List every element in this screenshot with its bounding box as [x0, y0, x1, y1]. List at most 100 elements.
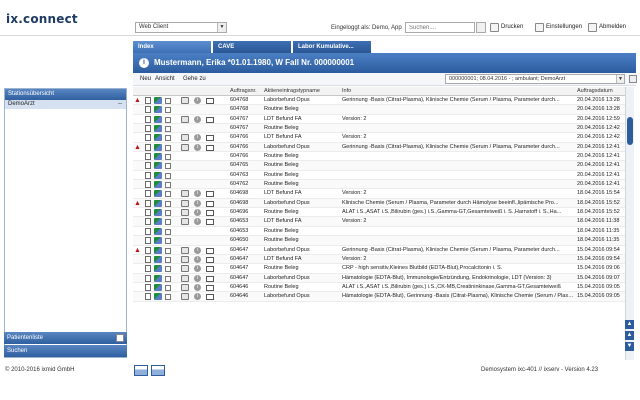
table-row[interactable]: i 604767 LDT Befund FA Version: 2 20.04.2016… — [133, 115, 625, 125]
tab-index[interactable]: Index — [133, 41, 211, 53]
info-icon[interactable]: i — [194, 274, 201, 282]
document-icon[interactable] — [145, 237, 151, 245]
table-row[interactable]: i 604646 Routine Beleg ALAT i.S.,ASAT i.S.,… — [133, 283, 625, 293]
mail-icon[interactable] — [206, 284, 214, 291]
edit-icon[interactable] — [154, 162, 162, 170]
row-checkbox[interactable] — [165, 154, 171, 161]
row-checkbox[interactable] — [165, 163, 171, 170]
mail-icon[interactable] — [206, 247, 214, 254]
document-icon[interactable] — [145, 283, 151, 291]
scroll-down-icon[interactable]: ▼ — [625, 342, 634, 351]
row-checkbox[interactable] — [165, 98, 171, 104]
row-checkbox[interactable] — [165, 266, 171, 273]
row-checkbox[interactable] — [165, 107, 171, 114]
edit-icon[interactable] — [154, 171, 162, 179]
document-icon[interactable] — [145, 199, 151, 207]
printer-icon[interactable] — [181, 190, 189, 198]
edit-icon[interactable] — [154, 106, 162, 114]
row-checkbox[interactable] — [165, 228, 171, 235]
client-select[interactable]: Web Client ▼ — [135, 22, 227, 33]
mail-icon[interactable] — [206, 135, 214, 142]
table-row[interactable]: i 604766 LDT Befund FA Version: 2 20.04.2016… — [133, 133, 625, 143]
table-row[interactable]: i 604696 Routine Beleg ALAT i.S.,ASAT i.S.,… — [133, 208, 625, 218]
printer-icon[interactable] — [181, 199, 189, 207]
row-checkbox[interactable] — [165, 247, 171, 254]
info-icon[interactable]: i — [194, 255, 201, 263]
edit-icon[interactable] — [154, 143, 162, 151]
row-checkbox[interactable] — [165, 294, 171, 301]
row-checkbox[interactable] — [165, 238, 171, 245]
mail-icon[interactable] — [206, 98, 214, 104]
row-checkbox[interactable] — [165, 210, 171, 217]
row-checkbox[interactable] — [165, 256, 171, 263]
document-icon[interactable] — [145, 209, 151, 217]
printer-icon[interactable] — [181, 209, 189, 217]
table-row[interactable]: ▲ i 604768 Laborbefund Opus Gerinnung -Basis… — [133, 96, 625, 106]
table-row[interactable]: ▲ i 604698 Laborbefund Opus Klinische Chemie… — [133, 198, 625, 209]
edit-icon[interactable] — [154, 265, 162, 273]
edit-icon[interactable] — [154, 97, 162, 104]
edit-icon[interactable] — [154, 237, 162, 245]
info-icon[interactable]: i — [194, 199, 201, 207]
mail-icon[interactable] — [206, 200, 214, 207]
tab-cave[interactable]: CAVE — [213, 41, 291, 53]
document-icon[interactable] — [145, 106, 151, 114]
edit-icon[interactable] — [154, 218, 162, 226]
scroll-up-icon[interactable]: ▲ — [625, 320, 634, 329]
document-icon[interactable] — [145, 246, 151, 254]
printer-icon[interactable] — [181, 283, 189, 291]
edit-icon[interactable] — [154, 190, 162, 198]
mail-icon[interactable] — [206, 210, 214, 217]
split-layout-icon[interactable] — [151, 365, 165, 376]
patientenliste-button[interactable]: Patientenliste — [4, 332, 127, 344]
document-icon[interactable] — [145, 190, 151, 198]
row-checkbox[interactable] — [165, 191, 171, 198]
mail-icon[interactable] — [206, 294, 214, 301]
mail-icon[interactable] — [206, 191, 214, 198]
table-row[interactable]: 604763 Routine Beleg 20.04.2016 12:41 — [133, 171, 625, 181]
edit-icon[interactable] — [154, 227, 162, 235]
edit-icon[interactable] — [154, 246, 162, 254]
logout-button[interactable]: Abmelden — [588, 22, 626, 33]
scroll-top-icon[interactable]: ▲ — [625, 331, 634, 340]
station-item-demoarzt[interactable]: DemoArzt -- — [5, 100, 126, 109]
printer-icon[interactable] — [181, 246, 189, 254]
case-select[interactable]: 000000001; 08.04.2016 - ; ambulant; Demo… — [445, 74, 625, 84]
document-icon[interactable] — [145, 181, 151, 189]
info-icon[interactable]: i — [194, 265, 201, 273]
info-icon[interactable]: i — [194, 115, 201, 123]
info-icon[interactable]: i — [194, 143, 201, 151]
row-checkbox[interactable] — [165, 275, 171, 282]
table-row[interactable]: i 604653 LDT Befund FA Version: 2 18.04.2016… — [133, 217, 625, 227]
table-row[interactable]: 604765 Routine Beleg 20.04.2016 12:41 — [133, 161, 625, 171]
document-icon[interactable] — [145, 134, 151, 142]
table-row[interactable]: 604650 Routine Beleg 18.04.2016 11:35 — [133, 236, 625, 246]
info-icon[interactable]: i — [194, 283, 201, 291]
search-button[interactable] — [476, 22, 486, 33]
row-checkbox[interactable] — [165, 284, 171, 291]
mail-icon[interactable] — [206, 275, 214, 282]
header-info[interactable]: Info — [342, 87, 577, 95]
info-icon[interactable]: i — [194, 97, 201, 104]
row-checkbox[interactable] — [165, 135, 171, 142]
printer-icon[interactable] — [181, 115, 189, 123]
table-row[interactable]: 604762 Routine Beleg 20.04.2016 12:41 — [133, 180, 625, 190]
row-checkbox[interactable] — [165, 219, 171, 226]
printer-icon[interactable] — [181, 218, 189, 226]
printer-icon[interactable] — [181, 97, 189, 104]
mail-icon[interactable] — [206, 219, 214, 226]
edit-icon[interactable] — [154, 153, 162, 161]
search-input[interactable] — [405, 22, 475, 33]
row-checkbox[interactable] — [165, 116, 171, 123]
table-row[interactable]: i 604647 LDT Befund FA Version: 2 15.04.2016… — [133, 254, 625, 265]
document-icon[interactable] — [145, 115, 151, 123]
row-checkbox[interactable] — [165, 200, 171, 207]
printer-icon[interactable] — [181, 274, 189, 282]
document-icon[interactable] — [145, 293, 151, 301]
document-icon[interactable] — [145, 227, 151, 235]
edit-icon[interactable] — [154, 125, 162, 133]
mail-icon[interactable] — [206, 266, 214, 273]
edit-icon[interactable] — [154, 274, 162, 282]
row-checkbox[interactable] — [165, 182, 171, 189]
table-row[interactable]: 604768 Routine Beleg 20.04.2016 13:28 — [133, 105, 625, 115]
